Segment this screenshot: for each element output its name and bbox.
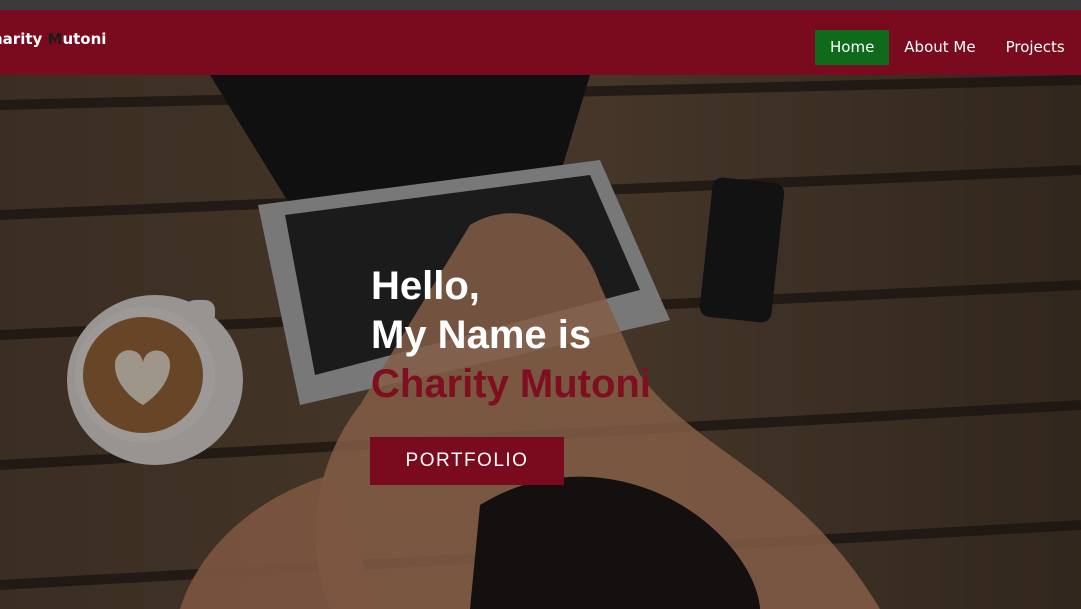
nav-link-home[interactable]: Home bbox=[815, 30, 890, 65]
hero-text-block: Hello, My Name is Charity Mutoni bbox=[371, 262, 651, 409]
brand-logo[interactable]: harity Mutoni bbox=[0, 30, 106, 48]
nav-link-about-me[interactable]: About Me bbox=[889, 30, 990, 65]
navbar: harity Mutoni Home About Me Projects bbox=[0, 10, 1081, 75]
brand-text-part2: utoni bbox=[62, 30, 107, 48]
nav-link-projects[interactable]: Projects bbox=[991, 30, 1080, 65]
brand-text-part1: harity bbox=[0, 30, 43, 48]
hero-section: Hello, My Name is Charity Mutoni PORTFOL… bbox=[0, 75, 1081, 609]
portfolio-button[interactable]: PORTFOLIO bbox=[370, 437, 564, 485]
brand-text-accent: M bbox=[47, 30, 63, 48]
window-top-strip bbox=[0, 0, 1081, 10]
hero-intro: My Name is bbox=[371, 313, 592, 357]
hero-name: Charity Mutoni bbox=[371, 362, 651, 406]
hero-greeting: Hello, bbox=[371, 264, 480, 308]
nav-links: Home About Me Projects bbox=[815, 30, 1080, 65]
